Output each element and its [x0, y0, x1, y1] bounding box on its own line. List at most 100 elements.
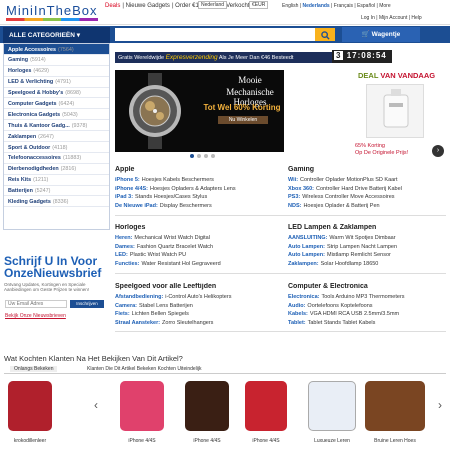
category-row-links[interactable]: Hoesjes Oplader & Batterij Pen — [303, 203, 379, 209]
tab-recently-viewed[interactable]: Onlangs Bekeken — [10, 366, 58, 372]
sidebar-item[interactable]: Zaklampen (2647) — [4, 131, 109, 143]
newsletter-archive-link[interactable]: Bekijk Onze Nieuwsbrieven — [5, 313, 66, 319]
sidebar-item[interactable]: Dierbenodigdheden (2816) — [4, 164, 109, 175]
all-categories-button[interactable]: ALLE CATEGORIEËN ▾ — [3, 27, 110, 43]
next-arrow-icon[interactable]: › — [432, 145, 444, 157]
category-row-links[interactable]: Hoesjes Opladers & Adapters Lens — [150, 186, 236, 192]
carousel-dot[interactable] — [211, 154, 215, 158]
category-row-key[interactable]: iPhone 5: — [115, 177, 140, 183]
category-row-key[interactable]: Camera: — [115, 303, 137, 309]
sidebar-item[interactable]: Sport & Outdoor (4118) — [4, 142, 109, 153]
product-label[interactable]: krokodillenleer — [2, 438, 58, 444]
help-link[interactable]: Help — [411, 15, 421, 21]
category-row-key[interactable]: PS3: — [288, 194, 300, 200]
category-section-title[interactable]: Computer & Electronica — [288, 283, 446, 292]
category-row-links[interactable]: Mistlamp Remlicht Sensor — [327, 252, 391, 258]
category-section-title[interactable]: Horloges — [115, 224, 283, 233]
lang-nederlands[interactable]: Nederlands — [302, 3, 329, 9]
sidebar-item[interactable]: Horloges (4629) — [4, 66, 109, 77]
category-row-key[interactable]: LED: — [115, 252, 128, 258]
category-row-key[interactable]: AANSLUITING: — [288, 235, 327, 241]
product-image[interactable] — [245, 381, 287, 431]
category-section-title[interactable]: LED Lampen & Zaklampen — [288, 224, 446, 233]
category-row-key[interactable]: Functies: — [115, 261, 139, 267]
category-row-key[interactable]: Zaklampen: — [288, 261, 319, 267]
category-row-links[interactable]: VGA HDMI RCA USB 2.5mm/3.5mm — [310, 311, 399, 317]
category-row-links[interactable]: Strip Lampen Nacht Lampen — [327, 244, 397, 250]
deals-link[interactable]: Deals — [105, 3, 120, 9]
category-row-key[interactable]: Tablet: — [288, 320, 306, 326]
search-button[interactable] — [315, 28, 335, 41]
category-row-key[interactable]: Xbox 360: — [288, 186, 314, 192]
product-image[interactable] — [308, 381, 356, 431]
currency-select[interactable]: €EUR — [249, 1, 269, 9]
category-section-title[interactable]: Speelgoed voor alle Leeftijden — [115, 283, 283, 292]
sidebar-item[interactable]: Telefoonaccessoires (11883) — [4, 153, 109, 164]
sidebar-item[interactable]: Computer Gadgets (6424) — [4, 98, 109, 110]
sidebar-item[interactable]: Reis Kits (1211) — [4, 175, 109, 186]
category-row-links[interactable]: Hoesjes Kabels Beschermers — [142, 177, 214, 183]
category-row-links[interactable]: Wireless Controller Move Accessoires — [302, 194, 394, 200]
category-row-links[interactable]: Fashion Quartz Bracelet Watch — [137, 244, 213, 250]
product-image[interactable] — [120, 381, 164, 431]
category-row-key[interactable]: iPad 3: — [115, 194, 133, 200]
category-row-key[interactable]: NDS: — [288, 203, 301, 209]
carousel-dot[interactable] — [204, 154, 208, 158]
sidebar-item[interactable]: Electronica Gadgets (5043) — [4, 109, 109, 121]
category-row-key[interactable]: Afstandbediening: — [115, 294, 163, 300]
category-row-links[interactable]: Oortelefoons Koptelefoons — [307, 303, 372, 309]
sidebar-item[interactable]: Apple Accessoires (7564) — [4, 44, 109, 55]
category-row-links[interactable]: Tablet Stands Tablet Kabels — [308, 320, 376, 326]
product-label[interactable]: Bruine Leren Hoes — [359, 438, 431, 444]
product-label[interactable]: iPhone 4/4S — [179, 438, 235, 444]
country-select[interactable]: Nederland — [198, 1, 228, 9]
category-row-key[interactable]: Electronica: — [288, 294, 319, 300]
category-row-key[interactable]: Auto Lampen: — [288, 244, 325, 250]
category-row-links[interactable]: Stands Hoesjes/Cases Stylus — [135, 194, 207, 200]
email-field[interactable] — [5, 300, 67, 308]
sidebar-item[interactable]: LED & Verlichting (4791) — [4, 77, 109, 88]
category-row-links[interactable]: Controller Oplader MotionPlus SD Kaart — [300, 177, 398, 183]
category-row-links[interactable]: Mechanical Wrist Watch Digital — [134, 235, 210, 241]
sidebar-item[interactable]: Batterijen (5247) — [4, 186, 109, 197]
subscribe-button[interactable]: Inschrijven — [70, 300, 104, 308]
product-image[interactable] — [185, 381, 229, 431]
lang-more[interactable]: More — [379, 3, 390, 9]
category-row-links[interactable]: Water Resistant Hol Gegraveerd — [141, 261, 220, 267]
category-row-key[interactable]: Audio: — [288, 303, 305, 309]
category-section-title[interactable]: Apple — [115, 166, 283, 175]
category-row-links[interactable]: Tools Arduino MP3 Thermometers — [321, 294, 404, 300]
lang-espanol[interactable]: Español — [357, 3, 375, 9]
login-link[interactable]: Log In — [361, 15, 375, 21]
product-label[interactable]: iPhone 4/4S — [114, 438, 170, 444]
product-label[interactable]: iPhone 4/4S — [239, 438, 293, 444]
new-gadgets-link[interactable]: Nieuwe Gadgets — [126, 3, 170, 9]
shop-now-button[interactable]: Nu Winkelen — [218, 116, 268, 124]
category-row-key[interactable]: iPhone 4/4S: — [115, 186, 148, 192]
tab-customers-bought[interactable]: Klanten Die Dit Artikel Bekeken Kochten … — [87, 366, 202, 372]
category-row-key[interactable]: Straal Aansteker: — [115, 320, 160, 326]
category-row-links[interactable]: Stabel Lens Batterijen — [139, 303, 193, 309]
category-row-links[interactable]: Zorro Sleutelhangers — [162, 320, 213, 326]
sidebar-item[interactable]: Thuis & Kantoor Gadg... (9378) — [4, 120, 109, 132]
product-image[interactable] — [8, 381, 52, 431]
my-account-link[interactable]: Mijn Account — [379, 15, 407, 21]
sidebar-item[interactable]: Kleding Gadgets (8336) — [4, 196, 109, 208]
category-row-key[interactable]: Wii: — [288, 177, 298, 183]
category-row-links[interactable]: Controller Hard Drive Batterij Kabel — [316, 186, 402, 192]
next-arrow-icon[interactable]: › — [438, 398, 442, 412]
category-row-links[interactable]: Warm Wit Spotjes Dimbaar — [329, 235, 395, 241]
category-row-links[interactable]: Display Beschermers — [160, 203, 212, 209]
category-row-links[interactable]: Lichten Bellen Spiegels — [132, 311, 189, 317]
category-row-key[interactable]: Auto Lampen: — [288, 252, 325, 258]
category-row-links[interactable]: Plastic Wrist Watch PU — [130, 252, 186, 258]
carousel-dot[interactable] — [190, 154, 194, 158]
product-label[interactable]: Luxueuze Leren — [302, 438, 362, 444]
carousel-dot[interactable] — [197, 154, 201, 158]
category-row-key[interactable]: Kabels: — [288, 311, 308, 317]
category-row-key[interactable]: Heren: — [115, 235, 132, 241]
lang-francais[interactable]: Français — [334, 3, 353, 9]
category-row-key[interactable]: Dames: — [115, 244, 135, 250]
category-row-links[interactable]: i-Control Auto's Helikopters — [165, 294, 231, 300]
deal-product-image[interactable] — [366, 84, 424, 138]
